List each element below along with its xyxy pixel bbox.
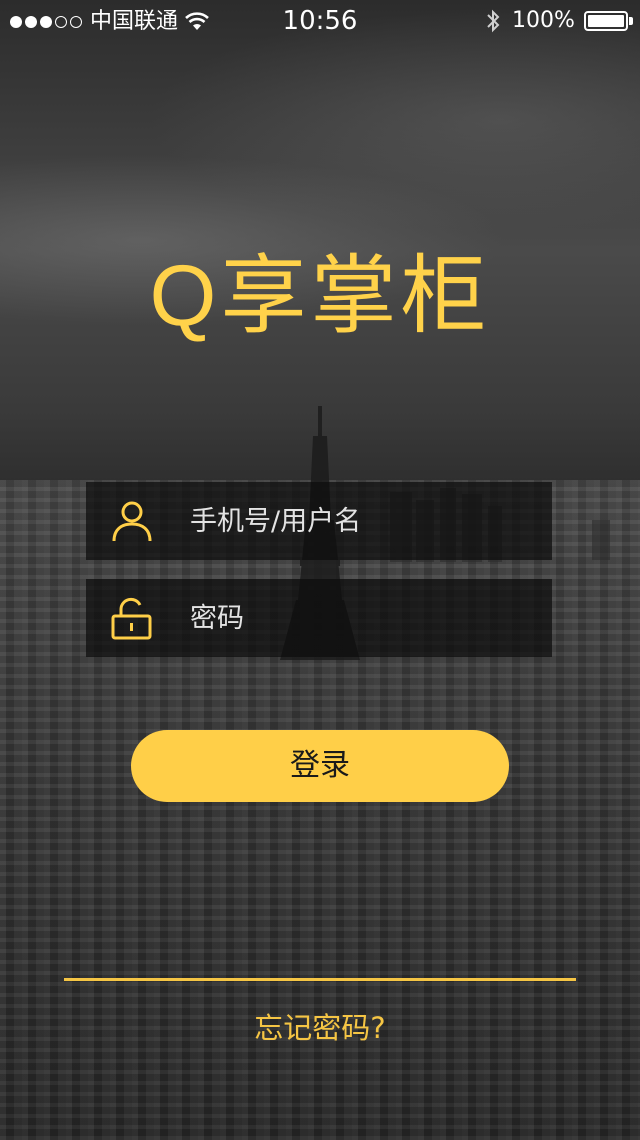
battery-percentage: 100% xyxy=(512,8,575,33)
password-input[interactable] xyxy=(190,579,530,657)
divider-line xyxy=(64,978,576,981)
user-icon xyxy=(112,501,152,542)
login-screen: 中国联通 10:56 100% Q享掌柜 登录 忘记密码? xyxy=(0,0,640,1140)
login-button[interactable]: 登录 xyxy=(131,730,509,802)
status-bar: 中国联通 10:56 100% xyxy=(0,0,640,44)
forgot-password-link[interactable]: 忘记密码? xyxy=(0,1006,640,1050)
username-field[interactable] xyxy=(86,482,552,560)
battery-cap xyxy=(629,17,633,25)
bluetooth-icon xyxy=(487,9,500,33)
lock-icon xyxy=(111,597,152,640)
battery-icon xyxy=(584,11,628,31)
password-field[interactable] xyxy=(86,579,552,657)
app-title: Q享掌柜 xyxy=(149,248,491,344)
eiffel-tower-illustration xyxy=(280,406,610,660)
username-input[interactable] xyxy=(190,482,530,560)
